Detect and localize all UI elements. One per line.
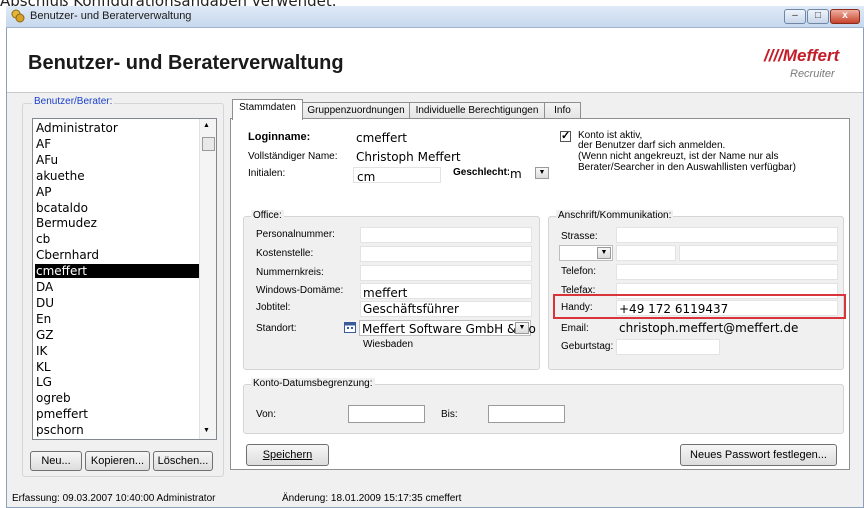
zip-field[interactable] — [616, 245, 676, 261]
list-item[interactable]: KL — [35, 360, 200, 374]
from-date-field[interactable] — [348, 405, 425, 423]
strasse-field[interactable] — [616, 227, 838, 243]
nummernkreis-label: Nummernkreis: — [256, 267, 324, 278]
delete-user-button[interactable]: Löschen... — [153, 451, 213, 471]
jobtitle-value: Geschäftsführer — [363, 302, 459, 316]
fullname-label: Vollständiger Name: — [248, 151, 338, 162]
list-item[interactable]: ogreb — [35, 391, 200, 405]
active-checkbox[interactable]: ✓ — [560, 131, 571, 142]
copy-user-button[interactable]: Kopieren... — [85, 451, 150, 471]
standort-select[interactable]: Meffert Software GmbH & Co ▼ — [359, 320, 536, 336]
scroll-up-icon[interactable]: ▲ — [203, 122, 210, 129]
tab-stammdaten[interactable]: Stammdaten — [232, 99, 303, 120]
city-field[interactable] — [679, 245, 838, 261]
standort-city: Wiesbaden — [363, 339, 414, 350]
window-title: Benutzer- und Beraterverwaltung — [30, 10, 192, 22]
standort-label: Standort: — [256, 323, 297, 334]
user-list-scrollbar[interactable]: ▲ ▼ — [199, 119, 216, 439]
kostenstelle-field[interactable] — [360, 246, 532, 262]
close-button[interactable]: x — [830, 9, 860, 24]
email-value[interactable]: christoph.meffert@meffert.de — [619, 321, 798, 335]
list-item[interactable]: DA — [35, 280, 200, 294]
app-icon — [11, 9, 25, 23]
chevron-down-icon[interactable]: ▼ — [515, 322, 529, 334]
user-list[interactable]: Administrator AF AFu akuethe AP bcataldo Bermu… — [32, 118, 217, 440]
handy-highlight — [553, 294, 846, 319]
tab-info[interactable]: Info — [544, 102, 581, 119]
loginname-value[interactable]: cmeffert — [356, 131, 407, 145]
list-item[interactable]: AF — [35, 137, 200, 151]
gender-label: Geschlecht: — [453, 167, 511, 178]
chevron-down-icon[interactable]: ▼ — [535, 167, 549, 179]
personalnummer-field[interactable] — [360, 227, 532, 243]
tab-gruppenzuordnungen[interactable]: Gruppenzuordnungen — [302, 102, 410, 119]
page-title: Benutzer- und Beraterverwaltung — [28, 52, 344, 74]
strasse-label: Strasse: — [561, 231, 598, 242]
list-item[interactable]: pschorn — [35, 423, 200, 437]
scroll-down-icon[interactable]: ▼ — [203, 427, 210, 434]
list-item[interactable]: cmeffert — [35, 264, 200, 279]
active-hint-2: (Wenn nicht angekreuzt, ist der Name nur… — [578, 151, 779, 162]
scroll-thumb[interactable] — [202, 137, 215, 151]
list-item[interactable]: pmeffert — [35, 407, 200, 421]
country-select[interactable]: ▼ — [559, 245, 613, 261]
list-item[interactable]: LG — [35, 375, 200, 389]
nummernkreis-field[interactable] — [360, 265, 532, 281]
list-item[interactable]: Administrator — [35, 121, 200, 135]
active-hint-1: der Benutzer darf sich anmelden. — [578, 140, 726, 151]
personalnummer-label: Personalnummer: — [256, 229, 335, 240]
chevron-down-icon[interactable]: ▼ — [597, 247, 611, 259]
standort-value: Meffert Software GmbH & Co — [362, 322, 536, 336]
list-item[interactable]: Cbernhard — [35, 248, 200, 262]
list-item[interactable]: En — [35, 312, 200, 326]
save-button[interactable]: Speichern — [246, 444, 329, 466]
gender-value: m — [510, 167, 522, 181]
minimize-button[interactable]: – — [784, 9, 806, 24]
telefon-field[interactable] — [616, 264, 838, 280]
loginname-label: Loginname: — [248, 131, 311, 143]
maximize-button[interactable]: □ — [807, 9, 829, 24]
new-user-button[interactable]: Neu... — [30, 451, 82, 471]
list-item[interactable]: IK — [35, 344, 200, 358]
initials-label: Initialen: — [248, 168, 286, 179]
tab-individuelle-berechtigungen[interactable]: Individuelle Berechtigungen — [409, 102, 545, 119]
kostenstelle-label: Kostenstelle: — [256, 248, 314, 259]
list-item[interactable]: bcataldo — [35, 201, 200, 215]
initials-value: cm — [357, 170, 376, 184]
date-limit-label: Konto-Datumsbegrenzung: — [251, 378, 375, 389]
logo-subtitle: Recruiter — [790, 68, 835, 80]
geburtstag-field[interactable] — [616, 339, 720, 355]
changed-status: Änderung: 18.01.2009 15:17:35 cmeffert — [282, 493, 462, 504]
active-hint-3: Berater/Searcher in den Auswahllisten ve… — [578, 162, 796, 173]
office-group-label: Office: — [251, 210, 284, 221]
domain-value: meffert — [363, 286, 408, 300]
users-group-label: Benutzer/Berater: — [32, 96, 115, 107]
list-item[interactable]: akuethe — [35, 169, 200, 183]
list-item[interactable]: Bermudez — [35, 216, 200, 230]
to-label: Bis: — [441, 409, 458, 420]
created-status: Erfassung: 09.03.2007 10:40:00 Administr… — [12, 493, 216, 504]
gender-select[interactable]: m ▼ — [509, 166, 551, 182]
from-label: Von: — [256, 409, 277, 420]
new-password-button[interactable]: Neues Passwort festlegen... — [680, 444, 837, 466]
meffert-logo: ////Meffert — [764, 46, 840, 65]
title-bar: Benutzer- und Beraterverwaltung – □ x — [6, 6, 864, 28]
to-date-field[interactable] — [488, 405, 565, 423]
email-label: Email: — [561, 323, 589, 334]
calendar-icon[interactable] — [344, 321, 356, 333]
list-item[interactable]: cb — [35, 232, 200, 246]
jobtitle-label: Jobtitel: — [256, 302, 291, 313]
list-item[interactable]: GZ — [35, 328, 200, 342]
domain-label: Windows-Domäme: — [256, 285, 344, 296]
geburtstag-label: Geburtstag: — [561, 341, 614, 352]
telefon-label: Telefon: — [561, 266, 597, 277]
list-item[interactable]: AP — [35, 185, 200, 199]
list-item[interactable]: DU — [35, 296, 200, 310]
contact-group-label: Anschrift/Kommunikation: — [556, 210, 674, 221]
list-item[interactable]: AFu — [35, 153, 200, 167]
fullname-field[interactable]: Christoph Meffert — [356, 150, 461, 164]
